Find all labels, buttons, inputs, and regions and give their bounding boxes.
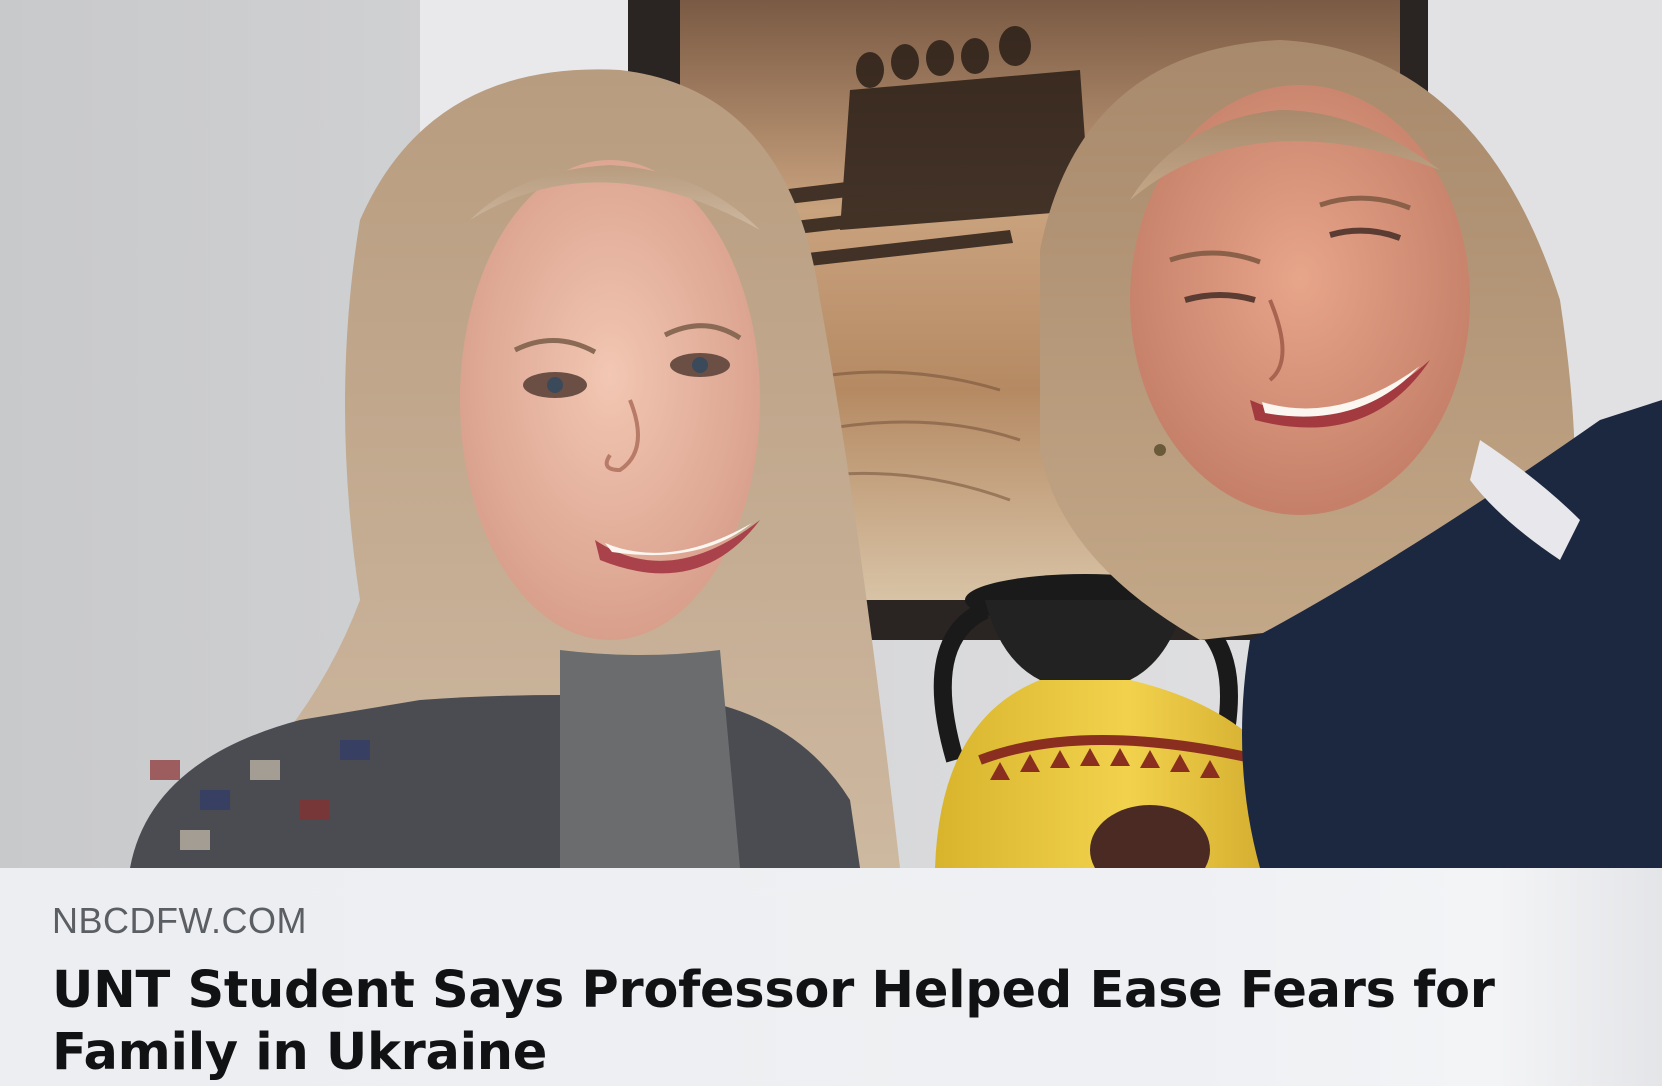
- article-headline[interactable]: UNT Student Says Professor Helped Ease F…: [52, 960, 1612, 1084]
- link-preview-card[interactable]: NBCDFW.COM UNT Student Says Professor He…: [0, 0, 1662, 1086]
- photo-illustration: [0, 0, 1662, 868]
- source-domain: NBCDFW.COM: [52, 900, 307, 941]
- link-meta[interactable]: NBCDFW.COM UNT Student Says Professor He…: [0, 868, 1662, 1086]
- preview-image[interactable]: [0, 0, 1662, 868]
